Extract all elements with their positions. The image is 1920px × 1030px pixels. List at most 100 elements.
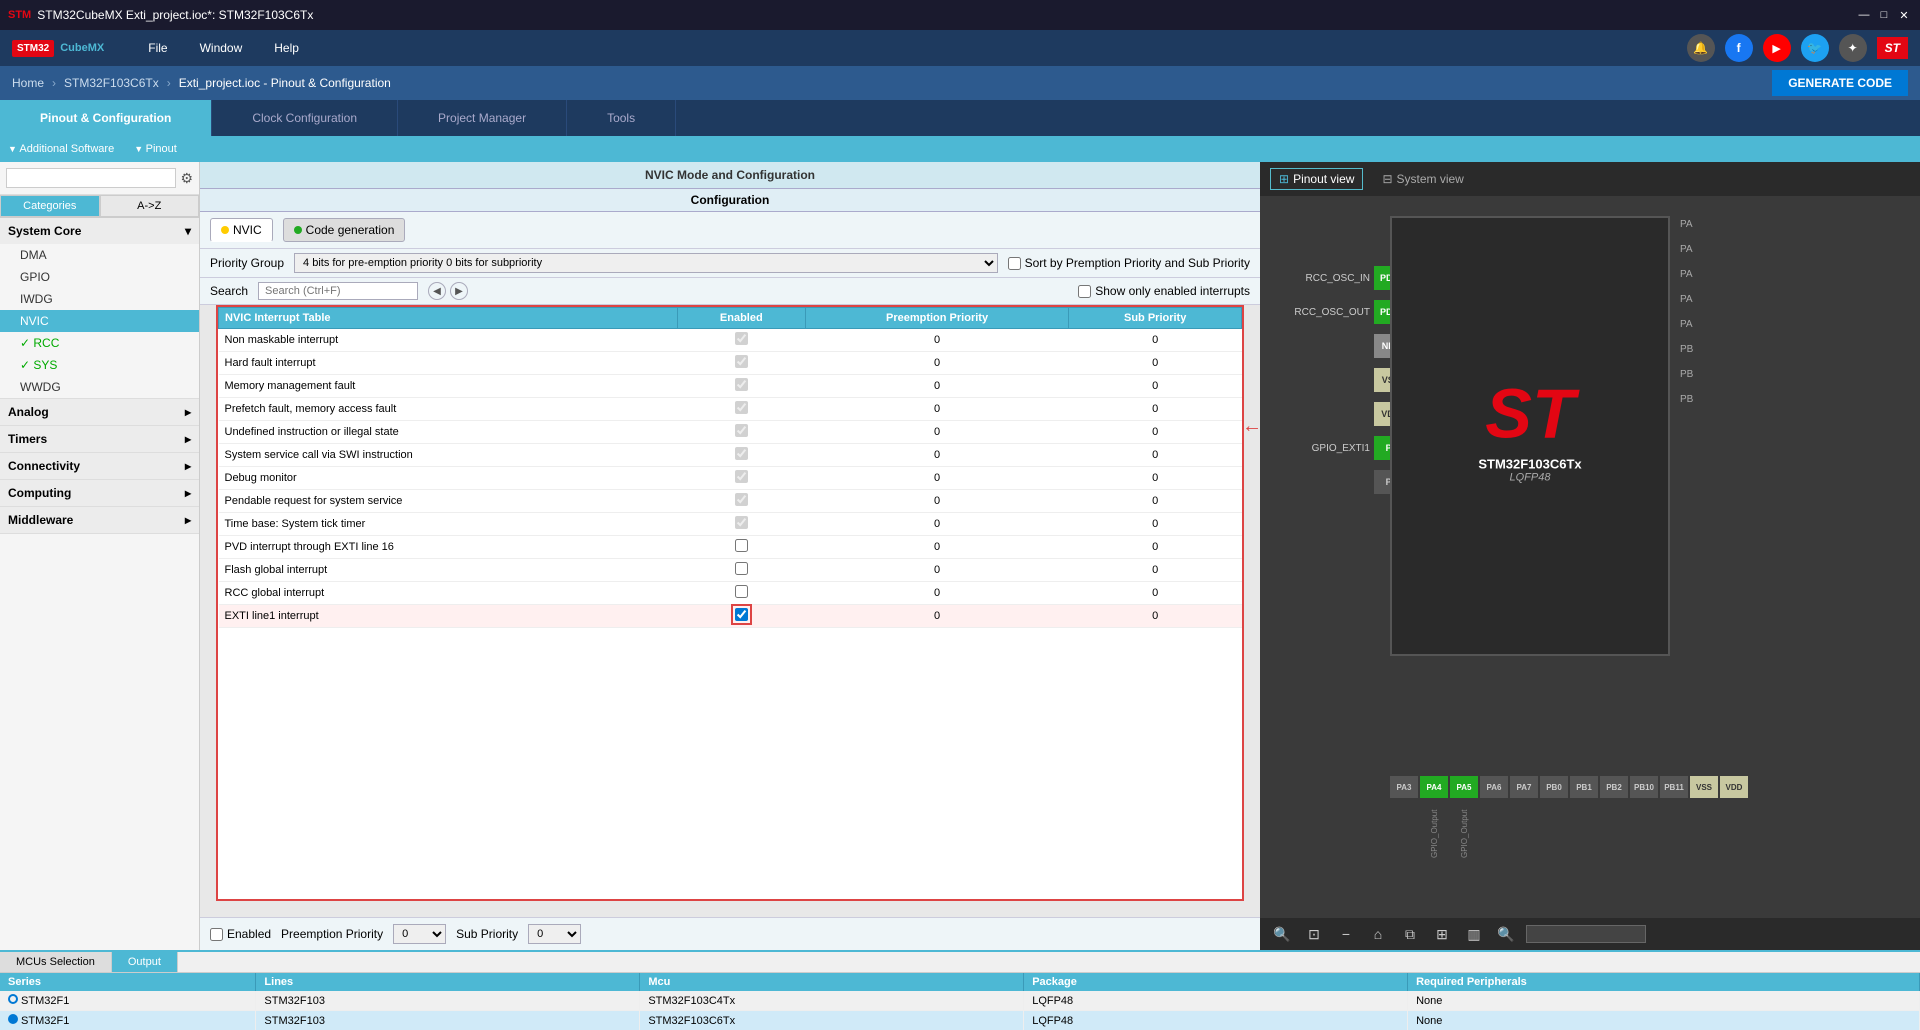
sidebar-section-timers: Timers ▸ bbox=[0, 426, 199, 453]
youtube-icon[interactable]: ▶ bbox=[1763, 34, 1791, 62]
pin-pb10[interactable]: PB10 bbox=[1630, 776, 1658, 798]
sidebar-section-connectivity: Connectivity ▸ bbox=[0, 453, 199, 480]
sidebar-tab-az[interactable]: A->Z bbox=[100, 195, 200, 217]
minimize-button[interactable]: — bbox=[1856, 7, 1872, 23]
tab-tools[interactable]: Tools bbox=[567, 100, 676, 136]
right-pin-pb-1: PB bbox=[1674, 341, 1699, 358]
pin-pb2[interactable]: PB2 bbox=[1600, 776, 1628, 798]
show-enabled-checkbox-input[interactable] bbox=[1078, 285, 1091, 298]
subtab-additional-software[interactable]: Additional Software bbox=[8, 143, 114, 155]
nvic-search-input[interactable] bbox=[258, 282, 418, 300]
search-next-icon[interactable]: ▶ bbox=[450, 282, 468, 300]
pin-pb1[interactable]: PB1 bbox=[1570, 776, 1598, 798]
interrupt-enabled-checkbox[interactable] bbox=[735, 470, 748, 483]
sidebar-search-input[interactable] bbox=[6, 168, 176, 188]
share-icon[interactable]: ✦ bbox=[1839, 34, 1867, 62]
zoom-ruler-button[interactable]: ▥ bbox=[1462, 922, 1486, 946]
generate-code-button[interactable]: GENERATE CODE bbox=[1772, 70, 1908, 96]
zoom-search-input[interactable] bbox=[1526, 925, 1646, 943]
bottom-tab-output[interactable]: Output bbox=[112, 952, 178, 972]
pin-pb0[interactable]: PB0 bbox=[1540, 776, 1568, 798]
sidebar-item-nvic[interactable]: NVIC bbox=[0, 310, 199, 332]
sidebar-section-header-connectivity[interactable]: Connectivity ▸ bbox=[0, 453, 199, 479]
right-pins-area: PA PA PA PA PA PB PB PB bbox=[1674, 216, 1699, 408]
interrupt-enabled-checkbox[interactable] bbox=[735, 608, 748, 621]
zoom-search-button[interactable]: 🔍 bbox=[1270, 922, 1294, 946]
interrupt-enabled-checkbox[interactable] bbox=[735, 447, 748, 460]
chip-body: ST STM32F103C6Tx LQFP48 bbox=[1390, 216, 1670, 656]
search-prev-icon[interactable]: ◀ bbox=[428, 282, 446, 300]
breadcrumb: Home › STM32F103C6Tx › Exti_project.ioc … bbox=[0, 66, 1920, 100]
breadcrumb-mcu[interactable]: STM32F103C6Tx bbox=[64, 76, 159, 90]
sidebar-item-rcc[interactable]: ✓ RCC bbox=[0, 332, 199, 354]
subtab-pinout[interactable]: Pinout bbox=[134, 143, 177, 155]
table-row[interactable]: STM32F1STM32F103STM32F103C6TxLQFP48None bbox=[0, 1011, 1920, 1030]
tab-clock-configuration[interactable]: Clock Configuration bbox=[212, 100, 398, 136]
sidebar-section-header-system-core[interactable]: System Core ▾ bbox=[0, 218, 199, 244]
show-enabled-only-checkbox[interactable]: Show only enabled interrupts bbox=[1078, 284, 1250, 298]
tab-project-manager[interactable]: Project Manager bbox=[398, 100, 567, 136]
pin-pa7[interactable]: PA7 bbox=[1510, 776, 1538, 798]
facebook-icon[interactable]: f bbox=[1725, 34, 1753, 62]
interrupt-enabled-checkbox[interactable] bbox=[735, 493, 748, 506]
menu-window[interactable]: Window bbox=[192, 37, 251, 59]
sub-priority-select[interactable]: 0 bbox=[528, 924, 581, 944]
pin-vss[interactable]: VSS bbox=[1690, 776, 1718, 798]
preemption-priority-select[interactable]: 0 bbox=[393, 924, 446, 944]
sort-by-priority-checkbox[interactable]: Sort by Premption Priority and Sub Prior… bbox=[1008, 256, 1250, 270]
menu-file[interactable]: File bbox=[140, 37, 175, 59]
pin-pa6[interactable]: PA6 bbox=[1480, 776, 1508, 798]
interrupt-enabled-checkbox[interactable] bbox=[735, 401, 748, 414]
sidebar-filter-icon[interactable]: ⚙ bbox=[180, 170, 193, 187]
bottom-tab-mcu-selection[interactable]: MCUs Selection bbox=[0, 952, 112, 972]
sidebar-section-header-middleware[interactable]: Middleware ▸ bbox=[0, 507, 199, 533]
menu-help[interactable]: Help bbox=[266, 37, 307, 59]
sidebar-item-wwdg[interactable]: WWDG bbox=[0, 376, 199, 398]
priority-group-select[interactable]: 4 bits for pre-emption priority 0 bits f… bbox=[294, 253, 998, 273]
interrupt-enabled-checkbox[interactable] bbox=[735, 332, 748, 345]
interrupt-enabled-checkbox[interactable] bbox=[735, 585, 748, 598]
sidebar-item-iwdg[interactable]: IWDG bbox=[0, 288, 199, 310]
tab-pinout-configuration[interactable]: Pinout & Configuration bbox=[0, 100, 212, 136]
bottom-enabled-checkbox[interactable] bbox=[210, 928, 223, 941]
sidebar-tab-categories[interactable]: Categories bbox=[0, 195, 100, 217]
zoom-grid-button[interactable]: ⊞ bbox=[1430, 922, 1454, 946]
zoom-layers-button[interactable]: ⧉ bbox=[1398, 922, 1422, 946]
sidebar-section-header-timers[interactable]: Timers ▸ bbox=[0, 426, 199, 452]
zoom-find-button[interactable]: 🔍 bbox=[1494, 922, 1518, 946]
nvic-tab-code-gen[interactable]: Code generation bbox=[283, 218, 406, 242]
pinout-view-tab[interactable]: ⊞ Pinout view bbox=[1270, 168, 1363, 190]
interrupt-enabled-checkbox[interactable] bbox=[735, 378, 748, 391]
zoom-reset-button[interactable]: ⌂ bbox=[1366, 922, 1390, 946]
twitter-icon[interactable]: 🐦 bbox=[1801, 34, 1829, 62]
zoom-out-button[interactable]: − bbox=[1334, 922, 1358, 946]
sort-checkbox-input[interactable] bbox=[1008, 257, 1021, 270]
interrupt-enabled-checkbox[interactable] bbox=[735, 424, 748, 437]
table-row: Pendable request for system service00 bbox=[219, 490, 1242, 513]
system-view-tab[interactable]: ⊟ System view bbox=[1373, 168, 1472, 190]
title-bar-controls[interactable]: — □ ✕ bbox=[1856, 7, 1912, 23]
sidebar-section-header-computing[interactable]: Computing ▸ bbox=[0, 480, 199, 506]
pin-pa4[interactable]: PA4 bbox=[1420, 776, 1448, 798]
pin-pa5[interactable]: PA5 bbox=[1450, 776, 1478, 798]
sidebar-item-gpio[interactable]: GPIO bbox=[0, 266, 199, 288]
zoom-fit-button[interactable]: ⊡ bbox=[1302, 922, 1326, 946]
sidebar-item-dma[interactable]: DMA bbox=[0, 244, 199, 266]
pin-pb11[interactable]: PB11 bbox=[1660, 776, 1688, 798]
pin-vdd[interactable]: VDD bbox=[1720, 776, 1748, 798]
interrupt-enabled-checkbox[interactable] bbox=[735, 539, 748, 552]
table-row: System service call via SWI instruction0… bbox=[219, 444, 1242, 467]
enabled-bottom-checkbox[interactable]: Enabled bbox=[210, 927, 271, 941]
maximize-button[interactable]: □ bbox=[1876, 7, 1892, 23]
sidebar-section-header-analog[interactable]: Analog ▸ bbox=[0, 399, 199, 425]
breadcrumb-home[interactable]: Home bbox=[12, 76, 44, 90]
table-row[interactable]: STM32F1STM32F103STM32F103C4TxLQFP48None bbox=[0, 991, 1920, 1011]
interrupt-enabled-checkbox[interactable] bbox=[735, 355, 748, 368]
pin-pa3[interactable]: PA3 bbox=[1390, 776, 1418, 798]
nvic-tab-nvic[interactable]: NVIC bbox=[210, 218, 273, 242]
notification-icon[interactable]: 🔔 bbox=[1687, 34, 1715, 62]
interrupt-enabled-checkbox[interactable] bbox=[735, 516, 748, 529]
close-button[interactable]: ✕ bbox=[1896, 7, 1912, 23]
sidebar-item-sys[interactable]: ✓ SYS bbox=[0, 354, 199, 376]
interrupt-enabled-checkbox[interactable] bbox=[735, 562, 748, 575]
